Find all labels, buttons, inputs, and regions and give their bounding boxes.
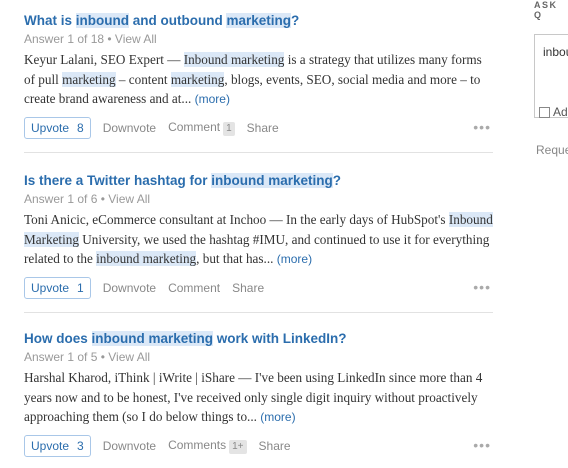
comment-label: Comments — [168, 437, 227, 452]
highlighted-term: marketing — [170, 71, 225, 87]
title-text: ? — [291, 13, 300, 28]
answer-text: Keyur Lalani, SEO Expert — — [24, 52, 184, 67]
anonymous-option[interactable]: Ad — [539, 105, 568, 119]
upvote-button[interactable]: Upvote 3 — [24, 434, 91, 457]
more-options-icon[interactable]: ••• — [473, 279, 491, 295]
view-all-link[interactable]: View All — [108, 192, 150, 206]
upvote-label: Upvote — [31, 280, 70, 295]
highlighted-term: Inbound marketing — [183, 52, 285, 67]
answer-actions: Upvote 8 Downvote Comment 1 Share ••• — [24, 116, 493, 140]
upvote-count: 8 — [77, 120, 84, 135]
ask-question-box[interactable]: inbou Ad — [534, 34, 568, 119]
title-text: and outbound — [129, 13, 227, 28]
highlighted-term: inbound marketing — [91, 331, 214, 346]
ask-question-header: ASK Q — [534, 0, 558, 20]
comment-label: Comment — [168, 119, 221, 134]
comment-label: Comment — [168, 280, 221, 295]
view-all-link[interactable]: View All — [115, 32, 157, 46]
answer-meta: Answer 1 of 18 • View All — [24, 31, 493, 47]
meta-separator: • — [104, 32, 115, 46]
answer-meta: Answer 1 of 5 • View All — [24, 349, 493, 365]
downvote-button[interactable]: Downvote — [103, 121, 156, 135]
answer-count: Answer 1 of 6 — [24, 192, 98, 206]
answer-text: Toni Anicic, eCommerce consultant at Inc… — [24, 212, 449, 227]
question-title-link[interactable]: What is inbound and outbound marketing? — [24, 12, 493, 30]
downvote-button[interactable]: Downvote — [103, 281, 156, 295]
downvote-button[interactable]: Downvote — [103, 439, 156, 453]
upvote-button[interactable]: Upvote 8 — [24, 116, 91, 139]
highlighted-term: inbound marketing — [211, 173, 333, 188]
question-item: Is there a Twitter hashtag for inbound m… — [24, 172, 493, 313]
highlighted-term: inbound marketing — [96, 251, 197, 266]
share-button[interactable]: Share — [259, 439, 291, 453]
question-title-link[interactable]: Is there a Twitter hashtag for inbound m… — [24, 172, 493, 190]
highlighted-term: marketing — [62, 71, 116, 87]
comment-count-badge: 1+ — [229, 439, 247, 454]
title-text: Is there a Twitter hashtag for — [24, 173, 212, 188]
comment-button[interactable]: Comments 1+ — [168, 437, 247, 454]
answer-count: Answer 1 of 5 — [24, 350, 98, 364]
more-link[interactable]: (more) — [195, 92, 230, 106]
answer-preview: Toni Anicic, eCommerce consultant at Inc… — [24, 210, 493, 270]
answer-actions: Upvote 1 Downvote Comment Share ••• — [24, 276, 493, 300]
share-button[interactable]: Share — [232, 281, 264, 295]
upvote-count: 3 — [77, 438, 84, 453]
comment-button[interactable]: Comment — [168, 281, 220, 295]
answer-text: Harshal Kharod, iThink | iWrite | iShare… — [24, 370, 483, 424]
more-link[interactable]: (more) — [277, 252, 312, 266]
more-options-icon[interactable]: ••• — [473, 437, 491, 453]
question-item: How does inbound marketing work with Lin… — [24, 330, 493, 458]
comment-button[interactable]: Comment 1 — [168, 120, 235, 136]
title-text: How does — [24, 331, 92, 346]
highlighted-term: marketing — [226, 13, 292, 28]
anonymous-checkbox[interactable] — [539, 106, 550, 118]
divider — [24, 311, 493, 313]
divider — [24, 151, 493, 153]
share-button[interactable]: Share — [247, 121, 279, 135]
more-link[interactable]: (more) — [260, 410, 295, 424]
answer-count: Answer 1 of 18 — [24, 32, 105, 46]
upvote-label: Upvote — [31, 438, 70, 453]
title-text: work with LinkedIn? — [213, 331, 347, 346]
upvote-button[interactable]: Upvote 1 — [24, 276, 91, 299]
question-item: What is inbound and outbound marketing? A… — [24, 12, 493, 153]
more-options-icon[interactable]: ••• — [473, 119, 491, 135]
answer-actions: Upvote 3 Downvote Comments 1+ Share ••• — [24, 434, 493, 458]
comment-count-badge: 1 — [223, 121, 235, 136]
meta-separator: • — [97, 350, 109, 364]
answer-preview: Keyur Lalani, SEO Expert — Inbound marke… — [24, 50, 493, 110]
question-title-link[interactable]: How does inbound marketing work with Lin… — [24, 330, 493, 348]
highlighted-term: inbound — [75, 13, 129, 28]
answer-preview: Harshal Kharod, iThink | iWrite | iShare… — [24, 368, 493, 428]
ask-question-input[interactable]: inbou — [543, 45, 568, 59]
title-text: ? — [332, 173, 342, 188]
request-answers-link[interactable]: Reque — [536, 143, 568, 157]
meta-separator: • — [97, 192, 109, 206]
title-text: What is — [24, 13, 76, 28]
upvote-label: Upvote — [31, 120, 70, 135]
answer-text: , but that has... — [196, 251, 277, 266]
upvote-count: 1 — [77, 280, 84, 295]
view-all-link[interactable]: View All — [108, 350, 150, 364]
answer-text: – content — [115, 71, 171, 87]
anonymous-checkbox-label: Ad — [553, 105, 568, 119]
answer-meta: Answer 1 of 6 • View All — [24, 191, 493, 207]
